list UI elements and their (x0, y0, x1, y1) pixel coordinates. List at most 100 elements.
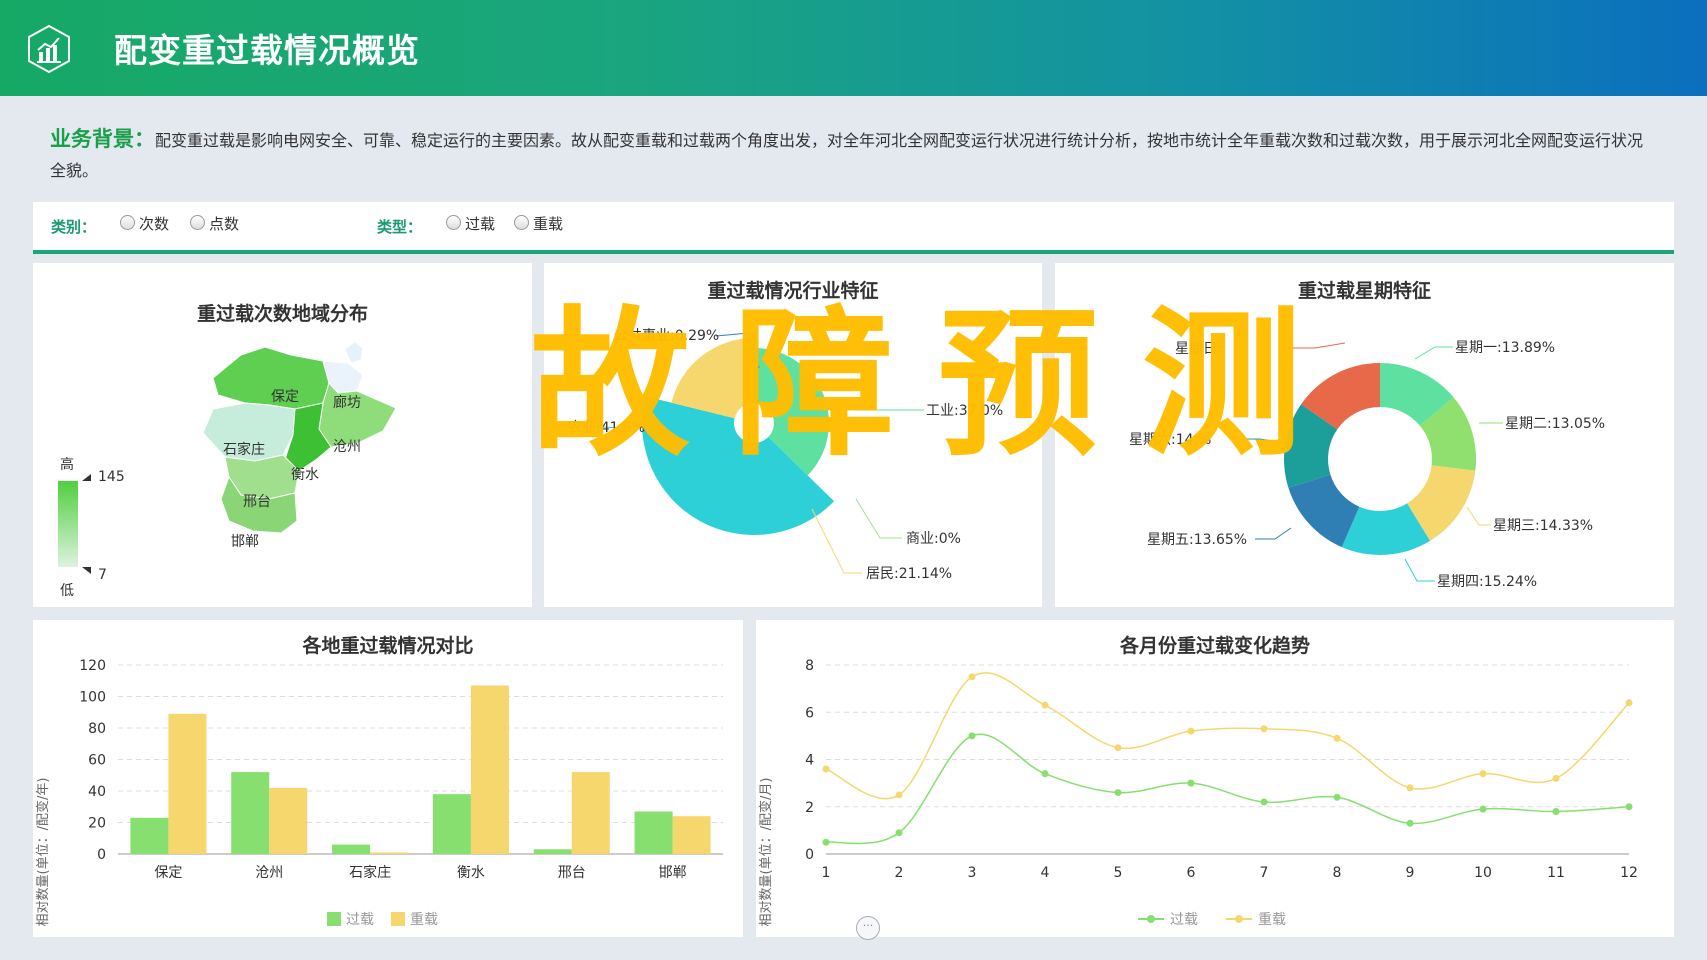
map-region-cangzhou[interactable] (318, 382, 397, 448)
map-label-cangzhou: 沧州 (333, 438, 361, 455)
bar-ytick-label: 120 (79, 658, 106, 674)
line-point-重载[interactable] (822, 765, 830, 773)
line-chart: 相对数量(单位：/配变/月) 024681 2 3 4 5 6 7 8 9 10 11 12 过载 重… (758, 658, 1638, 928)
legend-overload-swatch[interactable] (327, 912, 341, 926)
bar-chart-icon (28, 24, 70, 74)
line-point-重载[interactable] (1041, 701, 1049, 709)
map-label-hengshui: 衡水 (291, 467, 319, 483)
line-xtick-label: 9 (1406, 865, 1415, 881)
legend-heavy-label[interactable]: 重载 (410, 912, 438, 928)
bar-重载[interactable] (370, 852, 409, 854)
map-legend-gradient[interactable] (58, 481, 78, 567)
radio-type-overload[interactable]: 过载 (446, 213, 495, 234)
line-ytick-label: 0 (805, 847, 814, 863)
line-point-过载[interactable] (1114, 789, 1122, 797)
bar-过载[interactable] (533, 849, 572, 854)
radio-circle-icon[interactable] (514, 215, 529, 230)
line-point-过载[interactable] (1479, 805, 1487, 813)
week-label-thu: 星期四:15.24% (1437, 574, 1537, 590)
radio-category-count[interactable]: 次数 (120, 213, 169, 234)
header-bar: 配变重过载情况概览 (0, 0, 1707, 96)
bar-ytick-label: 40 (88, 784, 106, 800)
line-point-重载[interactable] (1333, 734, 1341, 742)
line-xtick-label: 5 (1114, 865, 1123, 881)
bar-重载[interactable] (168, 713, 207, 854)
line-point-过载[interactable] (1552, 807, 1560, 815)
bar-过载[interactable] (634, 811, 673, 854)
line-point-过载[interactable] (895, 829, 903, 837)
line-point-重载[interactable] (1552, 774, 1560, 782)
legend-overload-label[interactable]: 过载 (346, 912, 374, 928)
line-point-过载[interactable] (1260, 798, 1268, 806)
radio-circle-icon[interactable] (446, 215, 461, 230)
line-point-重载[interactable] (895, 791, 903, 799)
bar-过载[interactable] (332, 844, 371, 854)
week-label-tue: 星期二:13.05% (1505, 416, 1605, 432)
legend-heavy-swatch[interactable] (391, 912, 405, 926)
week-label-fri: 星期五:13.65% (1147, 532, 1247, 548)
industry-label-resident: 居民:21.14% (866, 566, 952, 582)
map-legend-high-handle[interactable] (82, 474, 91, 481)
line-point-重载[interactable] (1187, 727, 1195, 735)
line-ytick-label: 6 (805, 705, 814, 721)
bar-xtick-label: 邯郸 (659, 865, 687, 881)
line-point-过载[interactable] (1333, 793, 1341, 801)
line-point-过载[interactable] (1187, 779, 1195, 787)
line-xtick-label: 2 (895, 865, 904, 881)
bar-chart: 相对数量(单位：/配变/年) 0 20 40 60 80 100 120 保定 沧州 石家庄 衡水 邢… (35, 658, 723, 928)
line-xtick-label: 3 (968, 865, 977, 881)
map-region-langfang-north[interactable] (344, 341, 364, 364)
line-ytick-label: 4 (805, 753, 814, 769)
week-label-mon: 星期一:13.89% (1455, 340, 1555, 356)
map-legend-low: 低 (60, 583, 74, 599)
line-point-过载[interactable] (1041, 770, 1049, 778)
line-point-重载[interactable] (1114, 744, 1122, 752)
line-point-过载[interactable] (1625, 803, 1633, 811)
bar-重载[interactable] (470, 685, 509, 854)
bar-过载[interactable] (231, 772, 270, 854)
line-point-重载[interactable] (1406, 784, 1414, 792)
legend-line-heavy-dot[interactable] (1235, 915, 1243, 923)
week-leader-thu (1404, 558, 1435, 582)
line-chart-panel: 各月份重过载变化趋势 相对数量(单位：/配变/月) 02468123456789… (756, 620, 1674, 937)
bar-重载[interactable] (672, 816, 711, 854)
legend-line-heavy-label[interactable]: 重载 (1258, 912, 1286, 928)
map-legend-min: 7 (98, 567, 107, 583)
week-leader-wed (1466, 506, 1491, 526)
industry-leader-commerce (855, 498, 902, 539)
bar-重载[interactable] (269, 787, 308, 854)
more-icon[interactable]: ··· (856, 916, 880, 940)
bar-过载[interactable] (130, 817, 169, 854)
bar-过载[interactable] (432, 794, 471, 854)
map-legend-low-handle[interactable] (82, 567, 91, 574)
line-point-过载[interactable] (1406, 819, 1414, 827)
line-series-重载[interactable] (825, 672, 1630, 800)
line-point-重载[interactable] (968, 673, 976, 681)
line-point-重载[interactable] (1260, 725, 1268, 733)
type-filter-label: 类型： (377, 218, 423, 236)
week-label-wed: 星期三:14.33% (1493, 518, 1593, 534)
line-series-过载[interactable] (825, 733, 1630, 845)
map-legend-high: 高 (60, 456, 74, 473)
week-leader-fri (1255, 527, 1292, 540)
line-xtick-label: 12 (1620, 865, 1638, 881)
radio-circle-icon[interactable] (120, 215, 135, 230)
bar-xtick-label: 石家庄 (349, 864, 391, 881)
map-label-xingtai: 邢台 (243, 494, 271, 510)
radio-circle-icon[interactable] (190, 215, 205, 230)
line-point-过载[interactable] (968, 732, 976, 740)
radio-type-heavyload[interactable]: 重载 (514, 213, 563, 234)
legend-line-overload-dot[interactable] (1147, 915, 1155, 923)
category-filter-label: 类别： (51, 218, 97, 236)
legend-line-overload-label[interactable]: 过载 (1170, 912, 1198, 928)
line-xtick-label: 1 (822, 865, 831, 881)
line-point-过载[interactable] (822, 838, 830, 846)
line-point-重载[interactable] (1479, 770, 1487, 778)
map-chart: 保定 廊坊 石家庄 沧州 衡水 邢台 邯郸 高 145 7 低 (58, 341, 397, 599)
bar-重载[interactable] (571, 772, 610, 854)
line-point-重载[interactable] (1625, 699, 1633, 707)
map-label-shijiazhuang: 石家庄 (223, 441, 265, 458)
watermark-overlay: 故障预测 (530, 291, 1347, 478)
radio-category-points[interactable]: 点数 (190, 213, 239, 234)
bar-ytick-label: 20 (88, 816, 106, 832)
